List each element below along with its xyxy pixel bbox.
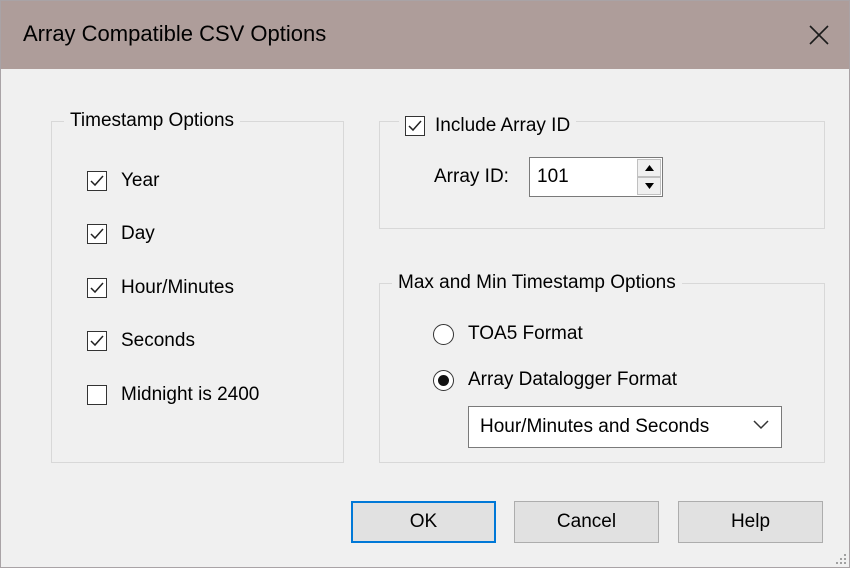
checkmark-icon [90,175,104,187]
arrow-up-icon [644,165,654,171]
checkmark-icon [408,120,422,132]
year-label: Year [121,170,160,191]
title-bar[interactable]: Array Compatible CSV Options [1,1,849,69]
spin-buttons [637,159,661,195]
array-id-input[interactable] [530,158,630,196]
checkmark-icon [90,335,104,347]
spin-down-button[interactable] [637,177,661,195]
array-id-label: Array ID: [434,166,509,187]
spin-up-button[interactable] [637,159,661,177]
cancel-button[interactable]: Cancel [514,501,659,543]
resize-grip-icon[interactable] [835,553,847,565]
help-button[interactable]: Help [678,501,823,543]
ok-button[interactable]: OK [351,501,496,543]
arrow-down-icon [644,183,654,189]
checkmark-icon [90,228,104,240]
radio-circle [433,369,454,391]
toa5-label: TOA5 Format [468,323,583,344]
close-button[interactable] [789,1,849,69]
seconds-label: Seconds [121,330,195,351]
max-min-title: Max and Min Timestamp Options [392,272,682,294]
seconds-checkbox[interactable]: Seconds [87,330,195,352]
toa5-radio[interactable]: TOA5 Format [433,323,583,345]
checkbox-box [87,171,107,191]
checkbox-box [87,224,107,244]
csv-options-dialog: Array Compatible CSV Options Timestamp O… [0,0,850,568]
time-format-dropdown[interactable]: Hour/Minutes and Seconds [468,406,782,448]
checkbox-box [405,116,425,136]
time-format-value: Hour/Minutes and Seconds [480,416,710,437]
year-checkbox[interactable]: Year [87,170,159,192]
day-label: Day [121,223,155,244]
array-id-spinbox[interactable] [529,157,663,197]
timestamp-options-title: Timestamp Options [64,110,241,132]
close-icon [809,25,829,45]
midnight-2400-label: Midnight is 2400 [121,384,260,405]
array-datalogger-radio[interactable]: Array Datalogger Format [433,369,677,391]
include-array-id-checkbox[interactable]: Include Array ID [399,115,577,137]
checkmark-icon [90,282,104,294]
chevron-down-icon [753,420,769,430]
midnight-2400-checkbox[interactable]: Midnight is 2400 [87,384,259,406]
checkbox-box [87,385,107,405]
day-checkbox[interactable]: Day [87,223,155,245]
radio-circle [433,323,454,345]
hour-minutes-checkbox[interactable]: Hour/Minutes [87,277,234,299]
array-datalogger-label: Array Datalogger Format [468,369,678,390]
include-array-id-label: Include Array ID [435,115,571,136]
dialog-title: Array Compatible CSV Options [23,21,327,46]
hour-minutes-label: Hour/Minutes [121,277,234,298]
radio-dot [438,374,449,386]
checkbox-box [87,331,107,351]
checkbox-box [87,278,107,298]
